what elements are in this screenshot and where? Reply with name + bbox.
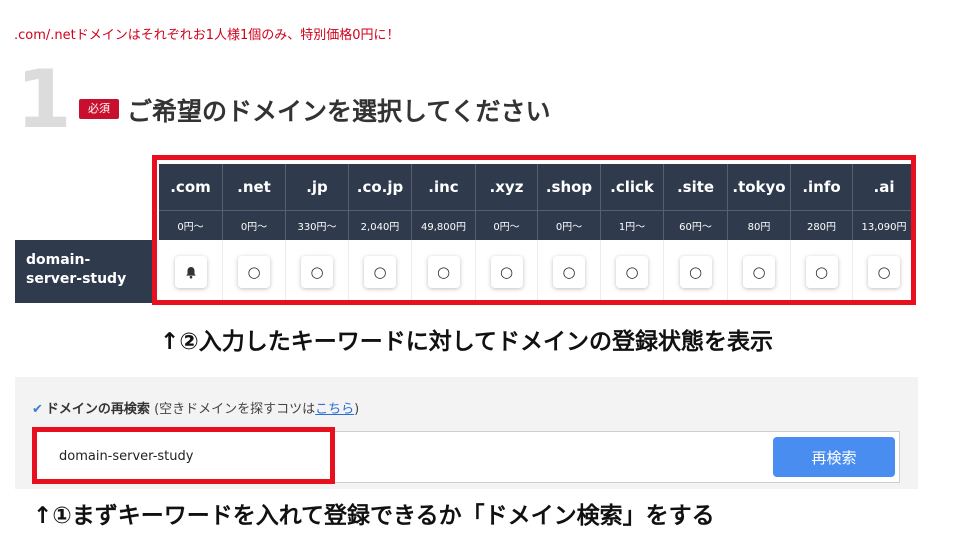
tld-status-cell: ○ bbox=[538, 240, 601, 304]
research-title: ドメインの再検索 bbox=[45, 402, 150, 417]
tld-status-cell: ○ bbox=[349, 240, 412, 304]
annotation-search: ↑①まずキーワードを入れて登録できるか「ドメイン検索」をする bbox=[33, 503, 715, 529]
research-hint-prefix: (空きドメインを探すコツは bbox=[154, 402, 316, 417]
tips-link[interactable]: こちら bbox=[315, 402, 354, 417]
tld-header: .tokyo bbox=[728, 164, 791, 210]
tld-price: 0円～ bbox=[476, 210, 538, 240]
tld-header: .co.jp bbox=[349, 164, 412, 210]
tld-price: 1円～ bbox=[601, 210, 664, 240]
available-circle-icon[interactable]: ○ bbox=[238, 256, 270, 288]
available-circle-icon[interactable]: ○ bbox=[743, 256, 775, 288]
tld-status-cell: ○ bbox=[223, 240, 286, 304]
step-title: ご希望のドメインを選択してください bbox=[127, 97, 551, 126]
tld-price: 49,800円 bbox=[412, 210, 476, 240]
tld-price: 0円～ bbox=[223, 210, 286, 240]
promo-notice: .com/.netドメインはそれぞれお1人様1個のみ、特別価格0円に！ bbox=[14, 28, 400, 43]
domain-row-label: domain-server-study bbox=[15, 240, 152, 303]
available-circle-icon[interactable]: ○ bbox=[616, 256, 648, 288]
available-circle-icon[interactable]: ○ bbox=[868, 256, 900, 288]
step-number: 1 bbox=[16, 53, 72, 146]
tld-header: .net bbox=[223, 164, 286, 210]
tld-price: 0円～ bbox=[538, 210, 601, 240]
tld-header: .info bbox=[791, 164, 853, 210]
search-input-value[interactable]: domain-server-study bbox=[59, 449, 193, 464]
tld-price: 60円～ bbox=[664, 210, 728, 240]
tld-price: 280円 bbox=[791, 210, 853, 240]
check-icon: ✔ bbox=[32, 402, 43, 417]
tld-price: 0円～ bbox=[159, 210, 223, 240]
available-circle-icon[interactable]: ○ bbox=[490, 256, 523, 288]
row-label-text: domain-server-study bbox=[26, 252, 127, 287]
tld-header: .click bbox=[601, 164, 664, 210]
tld-header: .shop bbox=[538, 164, 601, 210]
tld-status-cell: ○ bbox=[476, 240, 538, 304]
tld-status-cell: ○ bbox=[791, 240, 853, 304]
research-header: ✔ ドメインの再検索 (空きドメインを探すコツはこちら) bbox=[32, 398, 359, 417]
research-hint-suffix: ) bbox=[354, 402, 360, 417]
available-circle-icon[interactable]: ○ bbox=[427, 256, 460, 288]
tld-header: .site bbox=[664, 164, 728, 210]
tld-header: .xyz bbox=[476, 164, 538, 210]
annotation-status: ↑②入力したキーワードに対してドメインの登録状態を表示 bbox=[160, 329, 774, 355]
tld-status-cell: ○ bbox=[412, 240, 476, 304]
available-circle-icon[interactable]: ○ bbox=[364, 256, 396, 288]
tld-header: .ai bbox=[853, 164, 916, 210]
tld-status-cell: ○ bbox=[664, 240, 728, 304]
tld-price: 2,040円 bbox=[349, 210, 412, 240]
tld-price: 330円～ bbox=[286, 210, 349, 240]
tld-status-cell: ○ bbox=[286, 240, 349, 304]
tld-status-cell bbox=[159, 240, 223, 304]
tld-table: .com .net .jp .co.jp .inc .xyz .shop .click .sit… bbox=[159, 164, 916, 304]
available-circle-icon[interactable]: ○ bbox=[679, 256, 712, 288]
tld-status-cell: ○ bbox=[601, 240, 664, 304]
available-circle-icon[interactable]: ○ bbox=[553, 256, 585, 288]
required-badge: 必須 bbox=[79, 99, 119, 119]
tld-header: .inc bbox=[412, 164, 476, 210]
tld-status-cell: ○ bbox=[728, 240, 791, 304]
available-circle-icon[interactable]: ○ bbox=[805, 256, 838, 288]
tld-header: .jp bbox=[286, 164, 349, 210]
available-circle-icon[interactable]: ○ bbox=[301, 256, 333, 288]
research-button[interactable]: 再検索 bbox=[773, 437, 895, 477]
tld-status-cell: ○ bbox=[853, 240, 916, 304]
bell-icon[interactable] bbox=[174, 256, 207, 288]
tld-price: 13,090円 bbox=[853, 210, 916, 240]
tld-header: .com bbox=[159, 164, 223, 210]
tld-price: 80円 bbox=[728, 210, 791, 240]
